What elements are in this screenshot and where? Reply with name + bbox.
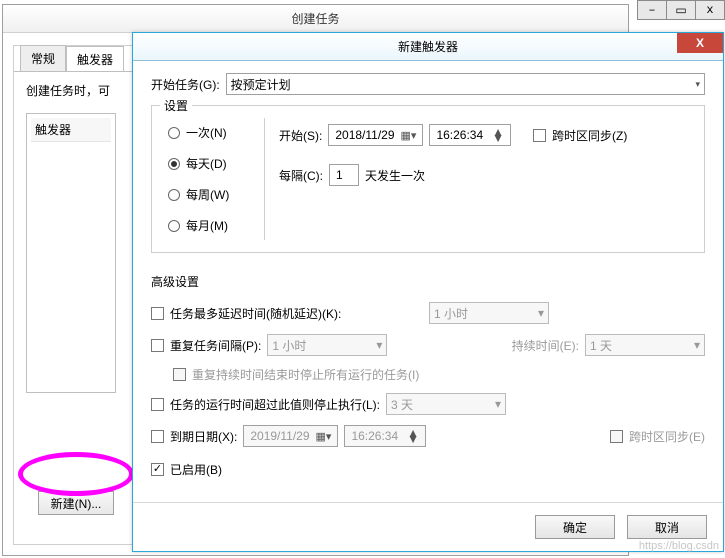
- advanced-settings: 高级设置 任务最多延迟时间(随机延迟)(K): 1 小时▾ 重复任务间隔(P):…: [151, 273, 705, 478]
- enabled-checkbox[interactable]: [151, 463, 164, 476]
- cancel-button[interactable]: 取消: [627, 515, 707, 539]
- expire-checkbox[interactable]: [151, 430, 164, 443]
- delay-select[interactable]: 1 小时▾: [429, 302, 549, 324]
- expire-label: 到期日期(X):: [170, 428, 237, 445]
- chevron-down-icon: ▾: [495, 397, 501, 411]
- recur-suffix: 天发生一次: [365, 167, 425, 184]
- recur-value-input[interactable]: 1: [329, 164, 359, 186]
- radio-monthly[interactable]: 每月(M): [168, 217, 250, 234]
- delay-checkbox[interactable]: [151, 307, 164, 320]
- stop-if-longer-select[interactable]: 3 天▾: [386, 393, 506, 415]
- repeat-label: 重复任务间隔(P):: [170, 337, 261, 354]
- stop-if-longer-label: 任务的运行时间超过此值则停止执行(L):: [170, 396, 380, 413]
- parent-close-button[interactable]: x: [695, 0, 725, 20]
- delay-label: 任务最多延迟时间(随机延迟)(K):: [170, 305, 341, 322]
- chevron-down-icon: ▾: [695, 79, 700, 90]
- repeat-select[interactable]: 1 小时▾: [267, 334, 387, 356]
- spinner-icon: ▲▼: [407, 430, 419, 442]
- triggers-list[interactable]: 触发器: [26, 113, 116, 393]
- dialog-close-button[interactable]: X: [677, 33, 723, 53]
- start-label: 开始(S):: [279, 127, 322, 144]
- settings-legend: 设置: [160, 97, 192, 114]
- calendar-icon: ▦▾: [401, 129, 417, 142]
- start-date-input[interactable]: 2018/11/29 ▦▾: [328, 124, 423, 146]
- radio-once[interactable]: 一次(N): [168, 124, 250, 141]
- sync-tz-checkbox[interactable]: [533, 129, 546, 142]
- new-trigger-button[interactable]: 新建(N)...: [38, 491, 114, 515]
- duration-select[interactable]: 1 天▾: [585, 334, 705, 356]
- advanced-legend: 高级设置: [151, 273, 705, 290]
- schedule-radio-group: 一次(N) 每天(D) 每周(W) 每月(M): [164, 118, 254, 240]
- watermark: https://blog.csdn: [639, 540, 719, 552]
- enabled-label: 已启用(B): [170, 461, 222, 478]
- divider: [264, 118, 265, 240]
- triggers-list-header: 触发器: [31, 118, 111, 142]
- calendar-icon: ▦▾: [316, 430, 332, 443]
- stop-if-longer-checkbox[interactable]: [151, 398, 164, 411]
- begin-task-value: 按预定计划: [231, 76, 291, 93]
- ok-button[interactable]: 确定: [535, 515, 615, 539]
- chevron-down-icon: ▾: [694, 338, 700, 352]
- radio-weekly[interactable]: 每周(W): [168, 186, 250, 203]
- expire-sync-label: 跨时区同步(E): [629, 428, 705, 445]
- parent-maximize-button[interactable]: ▭: [666, 0, 696, 20]
- create-task-title: 创建任务: [3, 5, 628, 33]
- new-trigger-dialog: 新建触发器 X 开始任务(G): 按预定计划 ▾ 设置 一次(N) 每天(D) …: [132, 32, 724, 552]
- radio-daily[interactable]: 每天(D): [168, 155, 250, 172]
- tab-general[interactable]: 常规: [20, 45, 66, 71]
- expire-date-input[interactable]: 2019/11/29 ▦▾: [243, 425, 338, 447]
- parent-minimize-button[interactable]: –: [637, 0, 667, 20]
- begin-task-label: 开始任务(G):: [151, 76, 220, 93]
- tab-triggers[interactable]: 触发器: [66, 46, 124, 72]
- dialog-title-text: 新建触发器: [398, 38, 458, 55]
- begin-task-select[interactable]: 按预定计划 ▾: [226, 73, 705, 95]
- settings-groupbox: 设置 一次(N) 每天(D) 每周(W) 每月(M) 开始(S): 2018/1…: [151, 105, 705, 253]
- repeat-checkbox[interactable]: [151, 339, 164, 352]
- duration-label: 持续时间(E):: [512, 337, 579, 354]
- divider: [133, 502, 723, 503]
- sync-tz-label: 跨时区同步(Z): [552, 127, 627, 144]
- dialog-body: 开始任务(G): 按预定计划 ▾ 设置 一次(N) 每天(D) 每周(W) 每月…: [133, 61, 723, 551]
- spinner-icon: ▲▼: [492, 129, 504, 141]
- chevron-down-icon: ▾: [376, 338, 382, 352]
- chevron-down-icon: ▾: [538, 306, 544, 320]
- stop-at-end-label: 重复持续时间结束时停止所有运行的任务(I): [192, 366, 419, 383]
- dialog-title: 新建触发器 X: [133, 33, 723, 61]
- stop-at-end-checkbox: [173, 368, 186, 381]
- start-time-input[interactable]: 16:26:34 ▲▼: [429, 124, 511, 146]
- recur-label: 每隔(C):: [279, 167, 323, 184]
- expire-time-input[interactable]: 16:26:34 ▲▼: [344, 425, 426, 447]
- expire-sync-checkbox: [610, 430, 623, 443]
